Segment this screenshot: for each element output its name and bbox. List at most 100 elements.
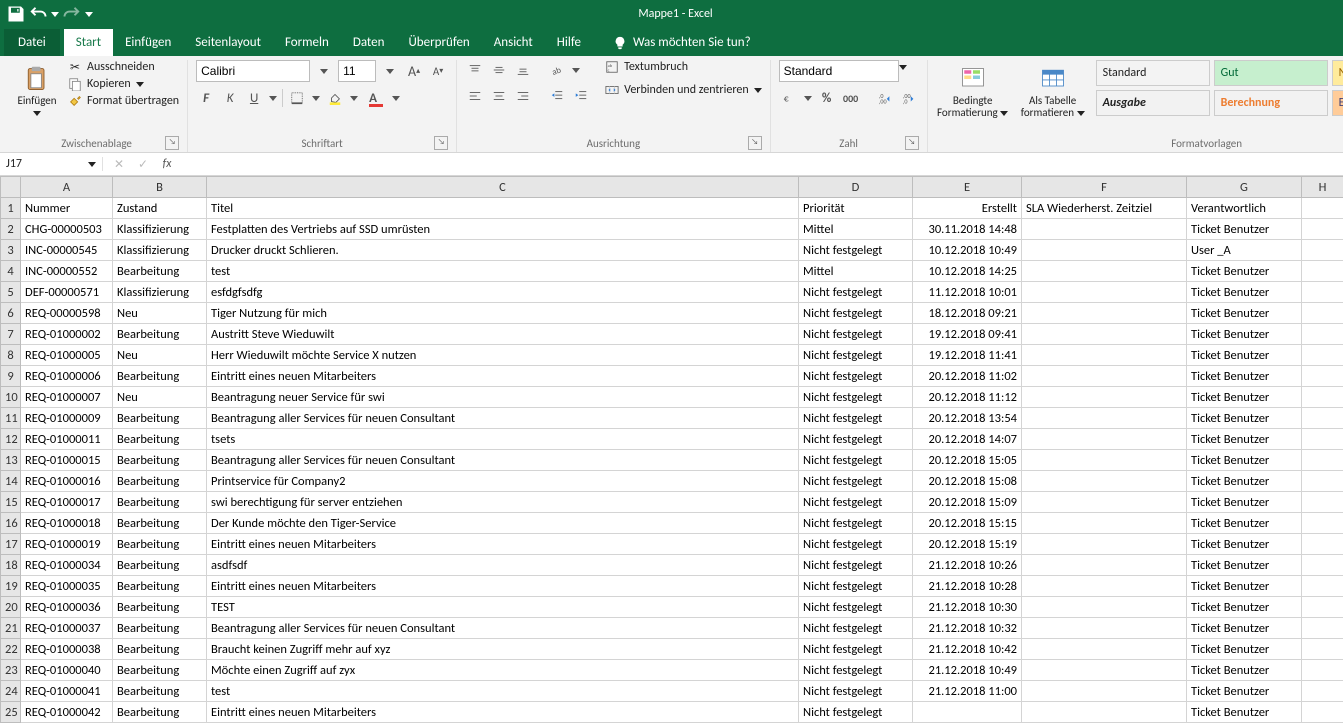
cell[interactable]: Nicht festgelegt bbox=[799, 366, 913, 387]
cell[interactable]: Nicht festgelegt bbox=[799, 492, 913, 513]
cell[interactable] bbox=[913, 702, 1022, 723]
cell[interactable]: REQ-01000011 bbox=[21, 429, 113, 450]
row-header[interactable]: 24 bbox=[1, 681, 21, 702]
cell[interactable]: test bbox=[207, 681, 799, 702]
orientation-dropdown[interactable] bbox=[571, 60, 581, 80]
cell[interactable] bbox=[1302, 576, 1343, 597]
row-header[interactable]: 11 bbox=[1, 408, 21, 429]
cell[interactable]: asdfsdf bbox=[207, 555, 799, 576]
cell[interactable]: Nicht festgelegt bbox=[799, 429, 913, 450]
cell[interactable]: Ticket Benutzer bbox=[1187, 261, 1302, 282]
row-header[interactable]: 1 bbox=[1, 198, 21, 219]
cell[interactable]: Nicht festgelegt bbox=[799, 681, 913, 702]
cell[interactable]: INC-00000552 bbox=[21, 261, 113, 282]
cell[interactable]: 20.12.2018 15:05 bbox=[913, 450, 1022, 471]
tell-me[interactable]: Was möchten Sie tun? bbox=[601, 29, 763, 56]
row-header[interactable]: 8 bbox=[1, 345, 21, 366]
fill-dropdown[interactable] bbox=[349, 88, 359, 108]
cell[interactable]: DEF-00000571 bbox=[21, 282, 113, 303]
cell[interactable] bbox=[1022, 660, 1187, 681]
column-header[interactable]: D bbox=[799, 177, 913, 198]
format-painter-button[interactable]: Format übertragen bbox=[68, 94, 179, 108]
cell[interactable]: Neu bbox=[113, 387, 207, 408]
increase-decimal-icon[interactable]: ,0,00 bbox=[875, 88, 895, 108]
cell[interactable]: 20.12.2018 15:15 bbox=[913, 513, 1022, 534]
align-middle-icon[interactable] bbox=[489, 60, 509, 80]
border-dropdown[interactable] bbox=[311, 88, 321, 108]
cell[interactable]: Der Kunde möchte den Tiger-Service bbox=[207, 513, 799, 534]
wrap-text-button[interactable]: abcTextumbruch bbox=[605, 60, 762, 74]
column-header[interactable]: H bbox=[1302, 177, 1343, 198]
tab-überprüfen[interactable]: Überprüfen bbox=[396, 29, 481, 56]
cell[interactable] bbox=[1302, 324, 1343, 345]
decrease-font-icon[interactable]: A▾ bbox=[428, 61, 448, 81]
cancel-formula-icon[interactable]: ✕ bbox=[111, 157, 127, 172]
cell[interactable]: Ticket Benutzer bbox=[1187, 219, 1302, 240]
cell[interactable]: Ticket Benutzer bbox=[1187, 387, 1302, 408]
cell[interactable] bbox=[1022, 534, 1187, 555]
column-header[interactable]: G bbox=[1187, 177, 1302, 198]
cell[interactable]: Bearbeitung bbox=[113, 492, 207, 513]
style-output[interactable]: Ausgabe bbox=[1096, 90, 1210, 116]
cell[interactable]: Nicht festgelegt bbox=[799, 282, 913, 303]
accounting-dropdown[interactable] bbox=[803, 88, 813, 108]
tab-einfügen[interactable]: Einfügen bbox=[113, 29, 183, 56]
tab-ansicht[interactable]: Ansicht bbox=[482, 29, 545, 56]
cell[interactable]: REQ-00000598 bbox=[21, 303, 113, 324]
cell[interactable]: 20.12.2018 15:09 bbox=[913, 492, 1022, 513]
cell[interactable]: 20.12.2018 14:07 bbox=[913, 429, 1022, 450]
cell[interactable]: Mittel bbox=[799, 261, 913, 282]
cell[interactable]: Ticket Benutzer bbox=[1187, 303, 1302, 324]
cell[interactable]: REQ-01000009 bbox=[21, 408, 113, 429]
cell[interactable] bbox=[1302, 534, 1343, 555]
cell[interactable]: Nicht festgelegt bbox=[799, 597, 913, 618]
cell[interactable]: 18.12.2018 09:21 bbox=[913, 303, 1022, 324]
row-header[interactable]: 21 bbox=[1, 618, 21, 639]
style-standard[interactable]: Standard bbox=[1096, 60, 1210, 86]
cell[interactable]: Ticket Benutzer bbox=[1187, 471, 1302, 492]
conditional-formatting-button[interactable]: Bedingte Formatierung bbox=[936, 60, 1010, 124]
align-bottom-icon[interactable] bbox=[513, 60, 533, 80]
comma-format-icon[interactable]: 000 bbox=[841, 88, 861, 108]
dialog-launcher[interactable]: ↘ bbox=[434, 136, 448, 150]
cell[interactable] bbox=[1302, 660, 1343, 681]
fx-icon[interactable]: fx bbox=[159, 157, 175, 171]
cell[interactable]: Klassifizierung bbox=[113, 282, 207, 303]
column-header[interactable] bbox=[1, 177, 21, 198]
cell[interactable]: REQ-01000042 bbox=[21, 702, 113, 723]
bold-button[interactable]: F bbox=[196, 88, 216, 108]
cell[interactable]: Bearbeitung bbox=[113, 450, 207, 471]
cell[interactable]: Bearbeitung bbox=[113, 576, 207, 597]
cell[interactable]: tsets bbox=[207, 429, 799, 450]
column-header[interactable]: F bbox=[1022, 177, 1187, 198]
cell[interactable] bbox=[1022, 261, 1187, 282]
cell[interactable] bbox=[1022, 408, 1187, 429]
border-button[interactable] bbox=[287, 88, 307, 108]
cell[interactable]: 21.12.2018 10:42 bbox=[913, 639, 1022, 660]
cell[interactable] bbox=[1022, 366, 1187, 387]
cell[interactable] bbox=[1302, 219, 1343, 240]
cell[interactable]: Nicht festgelegt bbox=[799, 660, 913, 681]
cell[interactable]: Bearbeitung bbox=[113, 408, 207, 429]
cell[interactable]: REQ-01000016 bbox=[21, 471, 113, 492]
row-header[interactable]: 15 bbox=[1, 492, 21, 513]
font-name-input[interactable] bbox=[196, 60, 310, 82]
cell[interactable]: Beantragung aller Services für neuen Con… bbox=[207, 450, 799, 471]
cell[interactable]: 21.12.2018 11:00 bbox=[913, 681, 1022, 702]
cell[interactable]: 21.12.2018 10:26 bbox=[913, 555, 1022, 576]
cell[interactable]: REQ-01000041 bbox=[21, 681, 113, 702]
cell[interactable]: Verantwortlich bbox=[1187, 198, 1302, 219]
row-header[interactable]: 6 bbox=[1, 303, 21, 324]
cell[interactable]: 10.12.2018 10:49 bbox=[913, 240, 1022, 261]
cell[interactable]: Nicht festgelegt bbox=[799, 555, 913, 576]
cell[interactable]: Bearbeitung bbox=[113, 681, 207, 702]
column-header[interactable]: C bbox=[207, 177, 799, 198]
cell[interactable]: Möchte einen Zugriff auf zyx bbox=[207, 660, 799, 681]
cell[interactable]: CHG-00000503 bbox=[21, 219, 113, 240]
cell[interactable]: INC-00000545 bbox=[21, 240, 113, 261]
row-header[interactable]: 17 bbox=[1, 534, 21, 555]
style-calc[interactable]: Berechnung bbox=[1214, 90, 1328, 116]
cell[interactable] bbox=[1022, 576, 1187, 597]
cell[interactable]: REQ-01000036 bbox=[21, 597, 113, 618]
copy-button[interactable]: Kopieren bbox=[68, 77, 179, 91]
